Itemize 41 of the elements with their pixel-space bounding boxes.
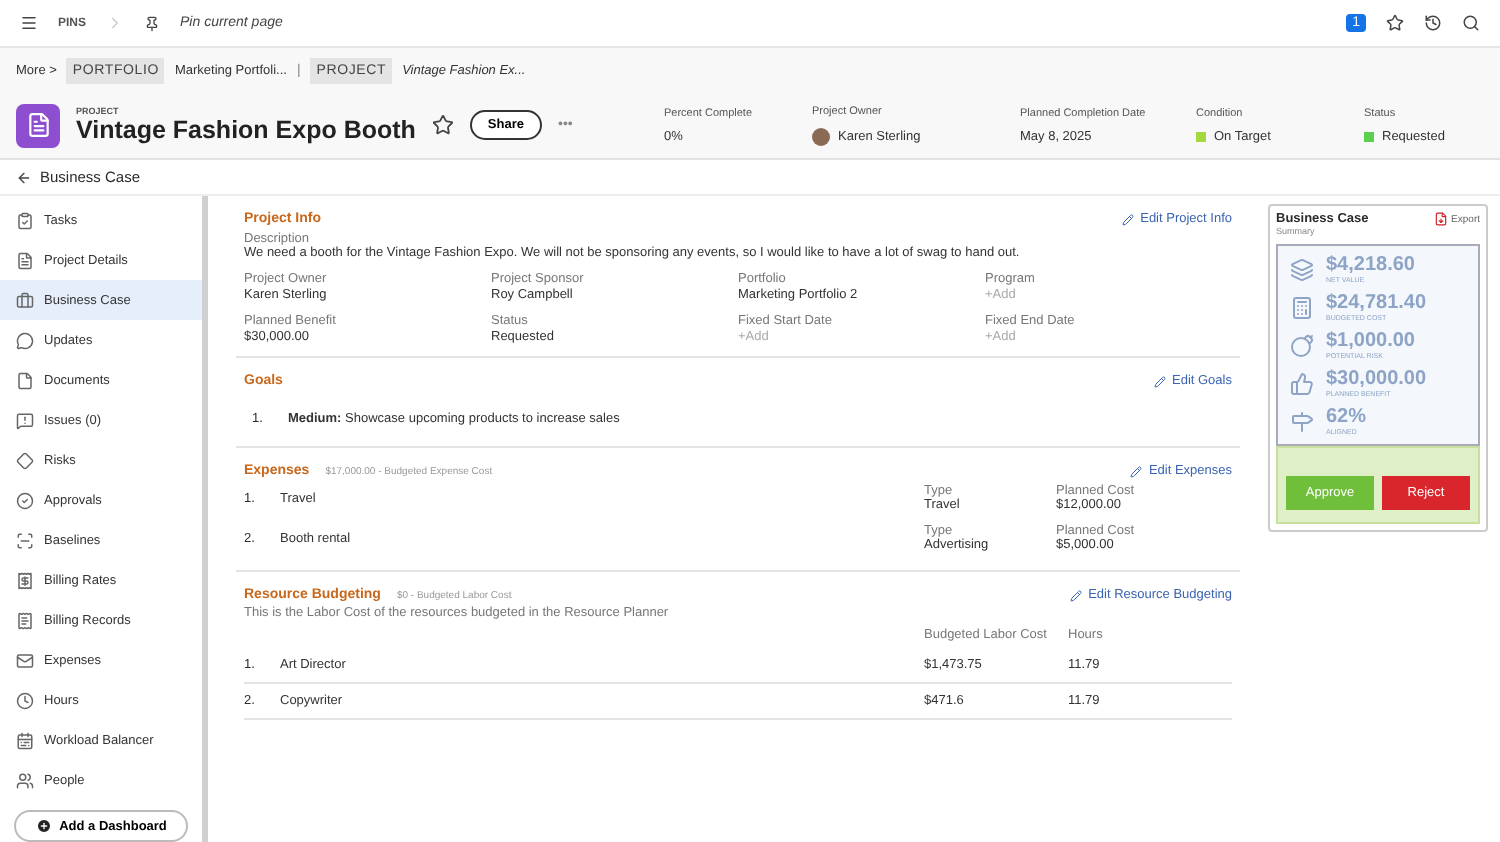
sidebar-item-icon bbox=[16, 371, 34, 389]
metric-icon bbox=[1290, 333, 1314, 357]
metric-value: $4,218.60 bbox=[1326, 254, 1415, 276]
metric-icon bbox=[1290, 257, 1314, 281]
back-arrow-icon[interactable] bbox=[16, 169, 32, 185]
metric-value: $1,000.00 bbox=[1326, 330, 1415, 352]
avatar bbox=[812, 127, 830, 145]
pencil-icon bbox=[1122, 213, 1135, 225]
favorite-star-icon[interactable] bbox=[431, 114, 454, 136]
metric-value: $24,781.40 bbox=[1326, 292, 1427, 314]
metric-icon bbox=[1290, 371, 1314, 395]
star-icon[interactable] bbox=[1386, 14, 1404, 32]
plus-icon bbox=[35, 818, 52, 834]
pin-icon[interactable] bbox=[144, 15, 161, 31]
metric-icon bbox=[1290, 295, 1314, 319]
search-icon[interactable] bbox=[1462, 14, 1480, 32]
sidebar-item-icon bbox=[16, 291, 34, 309]
sidebar-item-icon bbox=[16, 251, 34, 269]
sidebar-item-icon bbox=[16, 651, 34, 669]
sidebar-item-icon bbox=[16, 571, 34, 589]
sidebar-item-icon bbox=[16, 731, 34, 749]
project-title: Vintage Fashion Expo Booth bbox=[76, 116, 416, 144]
sidebar-item-icon bbox=[16, 691, 34, 709]
sidebar-item-icon bbox=[16, 211, 34, 229]
sidebar-item-icon bbox=[16, 331, 34, 349]
metric-value: 62% bbox=[1326, 406, 1367, 428]
pencil-icon bbox=[1154, 375, 1166, 387]
sidebar-item-icon bbox=[16, 771, 34, 789]
metric-value: $30,000.00 bbox=[1326, 368, 1427, 390]
file-icon bbox=[1433, 212, 1448, 226]
sidebar-item-icon bbox=[16, 491, 34, 509]
sidebar-item-icon bbox=[16, 451, 34, 469]
pencil-icon bbox=[1070, 589, 1083, 601]
metric-icon bbox=[1290, 409, 1314, 433]
pencil-icon bbox=[1130, 465, 1143, 477]
sidebar-item-icon bbox=[16, 531, 34, 549]
sidebar-item-icon bbox=[16, 611, 34, 629]
menu-icon[interactable] bbox=[20, 14, 38, 32]
sidebar-item-icon bbox=[16, 411, 34, 429]
project-icon bbox=[16, 103, 60, 147]
history-icon[interactable] bbox=[1424, 14, 1442, 32]
